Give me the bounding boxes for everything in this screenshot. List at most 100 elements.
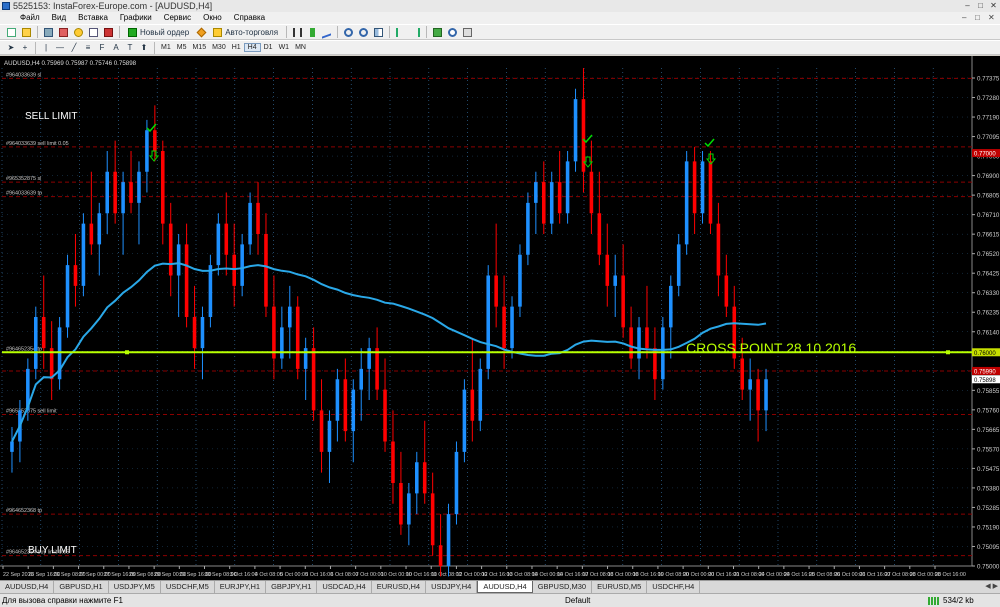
- templates-button[interactable]: [461, 26, 474, 38]
- cursor-tool[interactable]: ➤: [5, 42, 17, 54]
- bull-candle-body: [510, 306, 514, 349]
- zoom-in-button[interactable]: [342, 26, 355, 38]
- connection-status[interactable]: 534/2 kb: [928, 596, 974, 605]
- tester-button[interactable]: [102, 26, 115, 38]
- tab-gbpjpy-h1[interactable]: GBPJPY,H1: [266, 581, 318, 593]
- timeframe-m30[interactable]: M30: [209, 44, 229, 51]
- bear-candle-body: [160, 151, 165, 224]
- tab-usdcad-h4[interactable]: USDCAD,H4: [317, 581, 372, 593]
- periods-button[interactable]: [446, 26, 459, 38]
- candle-chart-button[interactable]: [306, 26, 318, 38]
- horizontal-line-tool[interactable]: —: [54, 42, 66, 54]
- app-icon: [2, 2, 10, 10]
- line-chart-button[interactable]: [320, 25, 333, 39]
- vertical-line-tool[interactable]: |: [40, 42, 52, 54]
- tab-eurusd-h4[interactable]: EURUSD,H4: [372, 581, 427, 593]
- bear-candle-body: [264, 234, 268, 307]
- market-watch-button[interactable]: [42, 26, 55, 38]
- tile-windows-button[interactable]: [372, 26, 385, 38]
- tab-usdchf-h4[interactable]: USDCHF,H4: [647, 581, 701, 593]
- check-mark-icon: [704, 138, 715, 148]
- bear-candle-body: [422, 462, 427, 494]
- close-button[interactable]: ✕: [988, 1, 999, 10]
- bear-candle-body: [129, 182, 133, 203]
- tab-audusd-h4-active[interactable]: AUDUSD,H4: [477, 581, 533, 593]
- bull-candle-body: [248, 202, 252, 245]
- chart-shift-button[interactable]: [409, 26, 422, 38]
- zoom-out-button[interactable]: [357, 26, 370, 38]
- tab-eurjpy-h1[interactable]: EURJPY,H1: [215, 581, 267, 593]
- crosshair-tool[interactable]: +: [19, 42, 31, 54]
- data-window-button[interactable]: [57, 26, 70, 38]
- bull-candle-body: [486, 275, 491, 369]
- tab-usdjpy-m5[interactable]: USDJPY,M5: [109, 581, 161, 593]
- window-titlebar: 5525153: InstaForex-Europe.com - [AUDUSD…: [0, 0, 1000, 12]
- price-tag-label: 0.75990: [974, 369, 996, 375]
- menu-view[interactable]: Вид: [46, 12, 72, 24]
- child-close-button[interactable]: ✕: [988, 13, 995, 22]
- autoscroll-button[interactable]: [394, 26, 407, 38]
- tab-audusd-h4[interactable]: AUDUSD,H4: [0, 581, 55, 593]
- bear-candle-body: [375, 348, 379, 390]
- navigator-button[interactable]: [72, 26, 85, 38]
- tab-eurusd-m5[interactable]: EURUSD,M5: [592, 581, 648, 593]
- new-order-button[interactable]: Новый ордер: [124, 26, 193, 38]
- tab-usdchf-m5[interactable]: USDCHF,M5: [161, 581, 215, 593]
- bear-candle-body: [319, 410, 324, 452]
- menu-charts[interactable]: Графики: [114, 12, 158, 24]
- order-label: #964652368 tp: [6, 508, 42, 514]
- menu-tools[interactable]: Сервис: [158, 12, 197, 24]
- bull-candle-body: [216, 223, 221, 266]
- bear-candle-body: [192, 317, 197, 349]
- timeframe-h1[interactable]: H1: [229, 44, 244, 51]
- terminal-button[interactable]: [87, 26, 100, 38]
- chart-window[interactable]: 0.77375 0.77280 0.77190 0.77095 0.77000 0.769…: [0, 56, 1000, 580]
- timeframe-mn[interactable]: MN: [292, 44, 309, 51]
- maximize-button[interactable]: □: [975, 1, 986, 10]
- minimize-button[interactable]: –: [962, 1, 973, 10]
- tab-scroll-arrows[interactable]: ◀ ▶: [985, 582, 998, 590]
- price-chart[interactable]: 0.77375 0.77280 0.77190 0.77095 0.77000 0.769…: [0, 56, 1000, 580]
- menu-file[interactable]: Файл: [14, 12, 46, 24]
- timeframe-m5[interactable]: M5: [174, 44, 190, 51]
- arrows-tool[interactable]: ⬆: [138, 42, 150, 54]
- bear-candle-body: [470, 389, 475, 421]
- price-tick-label: 0.76235: [977, 310, 1000, 317]
- bear-candle-body: [597, 213, 602, 255]
- timeframe-d1[interactable]: D1: [261, 44, 276, 51]
- new-chart-button[interactable]: [5, 26, 18, 38]
- arrow-icon: ⬆: [140, 43, 148, 52]
- menu-window[interactable]: Окно: [197, 12, 228, 24]
- chart-symbol-header: AUDUSD,H4 0.75969 0.75987 0.75746 0.7589…: [4, 60, 137, 67]
- channel-tool[interactable]: ≡: [82, 42, 94, 54]
- new-order-label: Новый ордер: [140, 27, 190, 37]
- text-tool[interactable]: A: [110, 42, 122, 54]
- timeframe-h4[interactable]: H4: [243, 43, 261, 52]
- label-tool[interactable]: T: [124, 42, 136, 54]
- autotrading-button[interactable]: Авто-торговля: [209, 26, 282, 38]
- bear-candle-body: [502, 306, 506, 349]
- signals-button[interactable]: [195, 26, 207, 38]
- child-minimize-button[interactable]: –: [962, 13, 966, 22]
- indicators-button[interactable]: [431, 26, 444, 38]
- price-tick-label: 0.76330: [977, 290, 1000, 297]
- bull-candle-body: [351, 389, 356, 432]
- timeframe-m15[interactable]: M15: [189, 44, 209, 51]
- bear-candle-body: [343, 379, 348, 432]
- toolbar-separator: [337, 26, 339, 38]
- trendline-tool[interactable]: ╱: [68, 42, 80, 54]
- bull-candle-body: [97, 213, 102, 245]
- menu-insert[interactable]: Вставка: [72, 12, 114, 24]
- fibonacci-tool[interactable]: F: [96, 42, 108, 54]
- timeframe-m1[interactable]: M1: [158, 44, 174, 51]
- timeframe-w1[interactable]: W1: [276, 44, 293, 51]
- tab-gbpusd-m30[interactable]: GBPUSD,M30: [533, 581, 593, 593]
- child-restore-button[interactable]: □: [975, 13, 980, 22]
- menu-help[interactable]: Справка: [228, 12, 271, 24]
- tab-gbpusd-h1[interactable]: GBPUSD,H1: [54, 581, 109, 593]
- price-tick-label: 0.75855: [977, 388, 1000, 395]
- profiles-button[interactable]: [20, 26, 33, 38]
- tab-usdjpy-h4[interactable]: USDJPY,H4: [426, 581, 478, 593]
- market-watch-icon: [44, 27, 53, 37]
- bar-chart-button[interactable]: [291, 26, 304, 38]
